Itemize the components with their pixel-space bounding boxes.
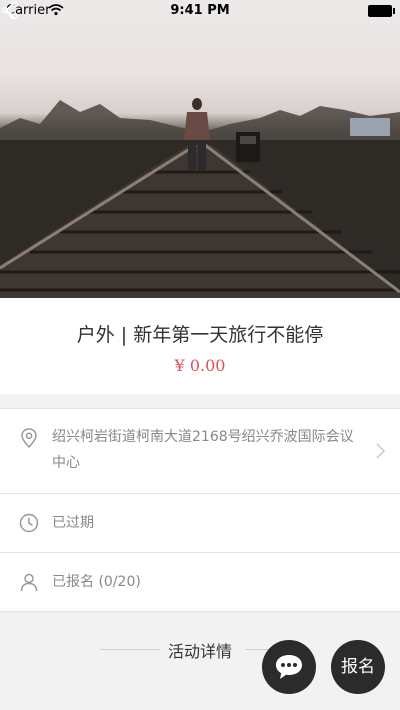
battery-icon — [368, 5, 395, 17]
status-row: 已过期 — [0, 493, 400, 552]
chat-bubble-icon — [276, 655, 302, 679]
person-icon — [20, 573, 38, 592]
event-info-list: 绍兴柯岩街道柯南大道2168号绍兴乔波国际会议中心 已过期 已报名 (0/20) — [0, 408, 400, 612]
status-bar: Carrier 9:41 PM — [0, 0, 400, 22]
clock: 9:41 PM — [170, 3, 230, 18]
signup-count-row: 已报名 (0/20) — [0, 552, 400, 612]
address-text: 绍兴柯岩街道柯南大道2168号绍兴乔波国际会议中心 — [52, 429, 354, 471]
signup-button[interactable]: 报名 — [331, 640, 385, 694]
share-icon[interactable] — [0, 0, 20, 20]
signup-count-text: 已报名 (0/20) — [52, 574, 141, 590]
hero-image: Carrier 9:41 PM — [0, 0, 400, 298]
event-price: ¥ 0.00 — [174, 356, 226, 375]
event-title-card: 户外 | 新年第一天旅行不能停 ¥ 0.00 — [0, 298, 400, 394]
chevron-right-icon — [376, 443, 386, 459]
divider-left — [100, 649, 160, 650]
railway-photo — [0, 98, 400, 298]
chat-button[interactable] — [262, 640, 316, 694]
status-text: 已过期 — [52, 515, 94, 531]
clock-icon — [19, 513, 39, 533]
location-pin-icon — [21, 428, 37, 449]
details-label: 活动详情 — [167, 642, 232, 661]
address-row[interactable]: 绍兴柯岩街道柯南大道2168号绍兴乔波国际会议中心 — [0, 408, 400, 493]
event-title: 户外 | 新年第一天旅行不能停 — [76, 324, 324, 346]
